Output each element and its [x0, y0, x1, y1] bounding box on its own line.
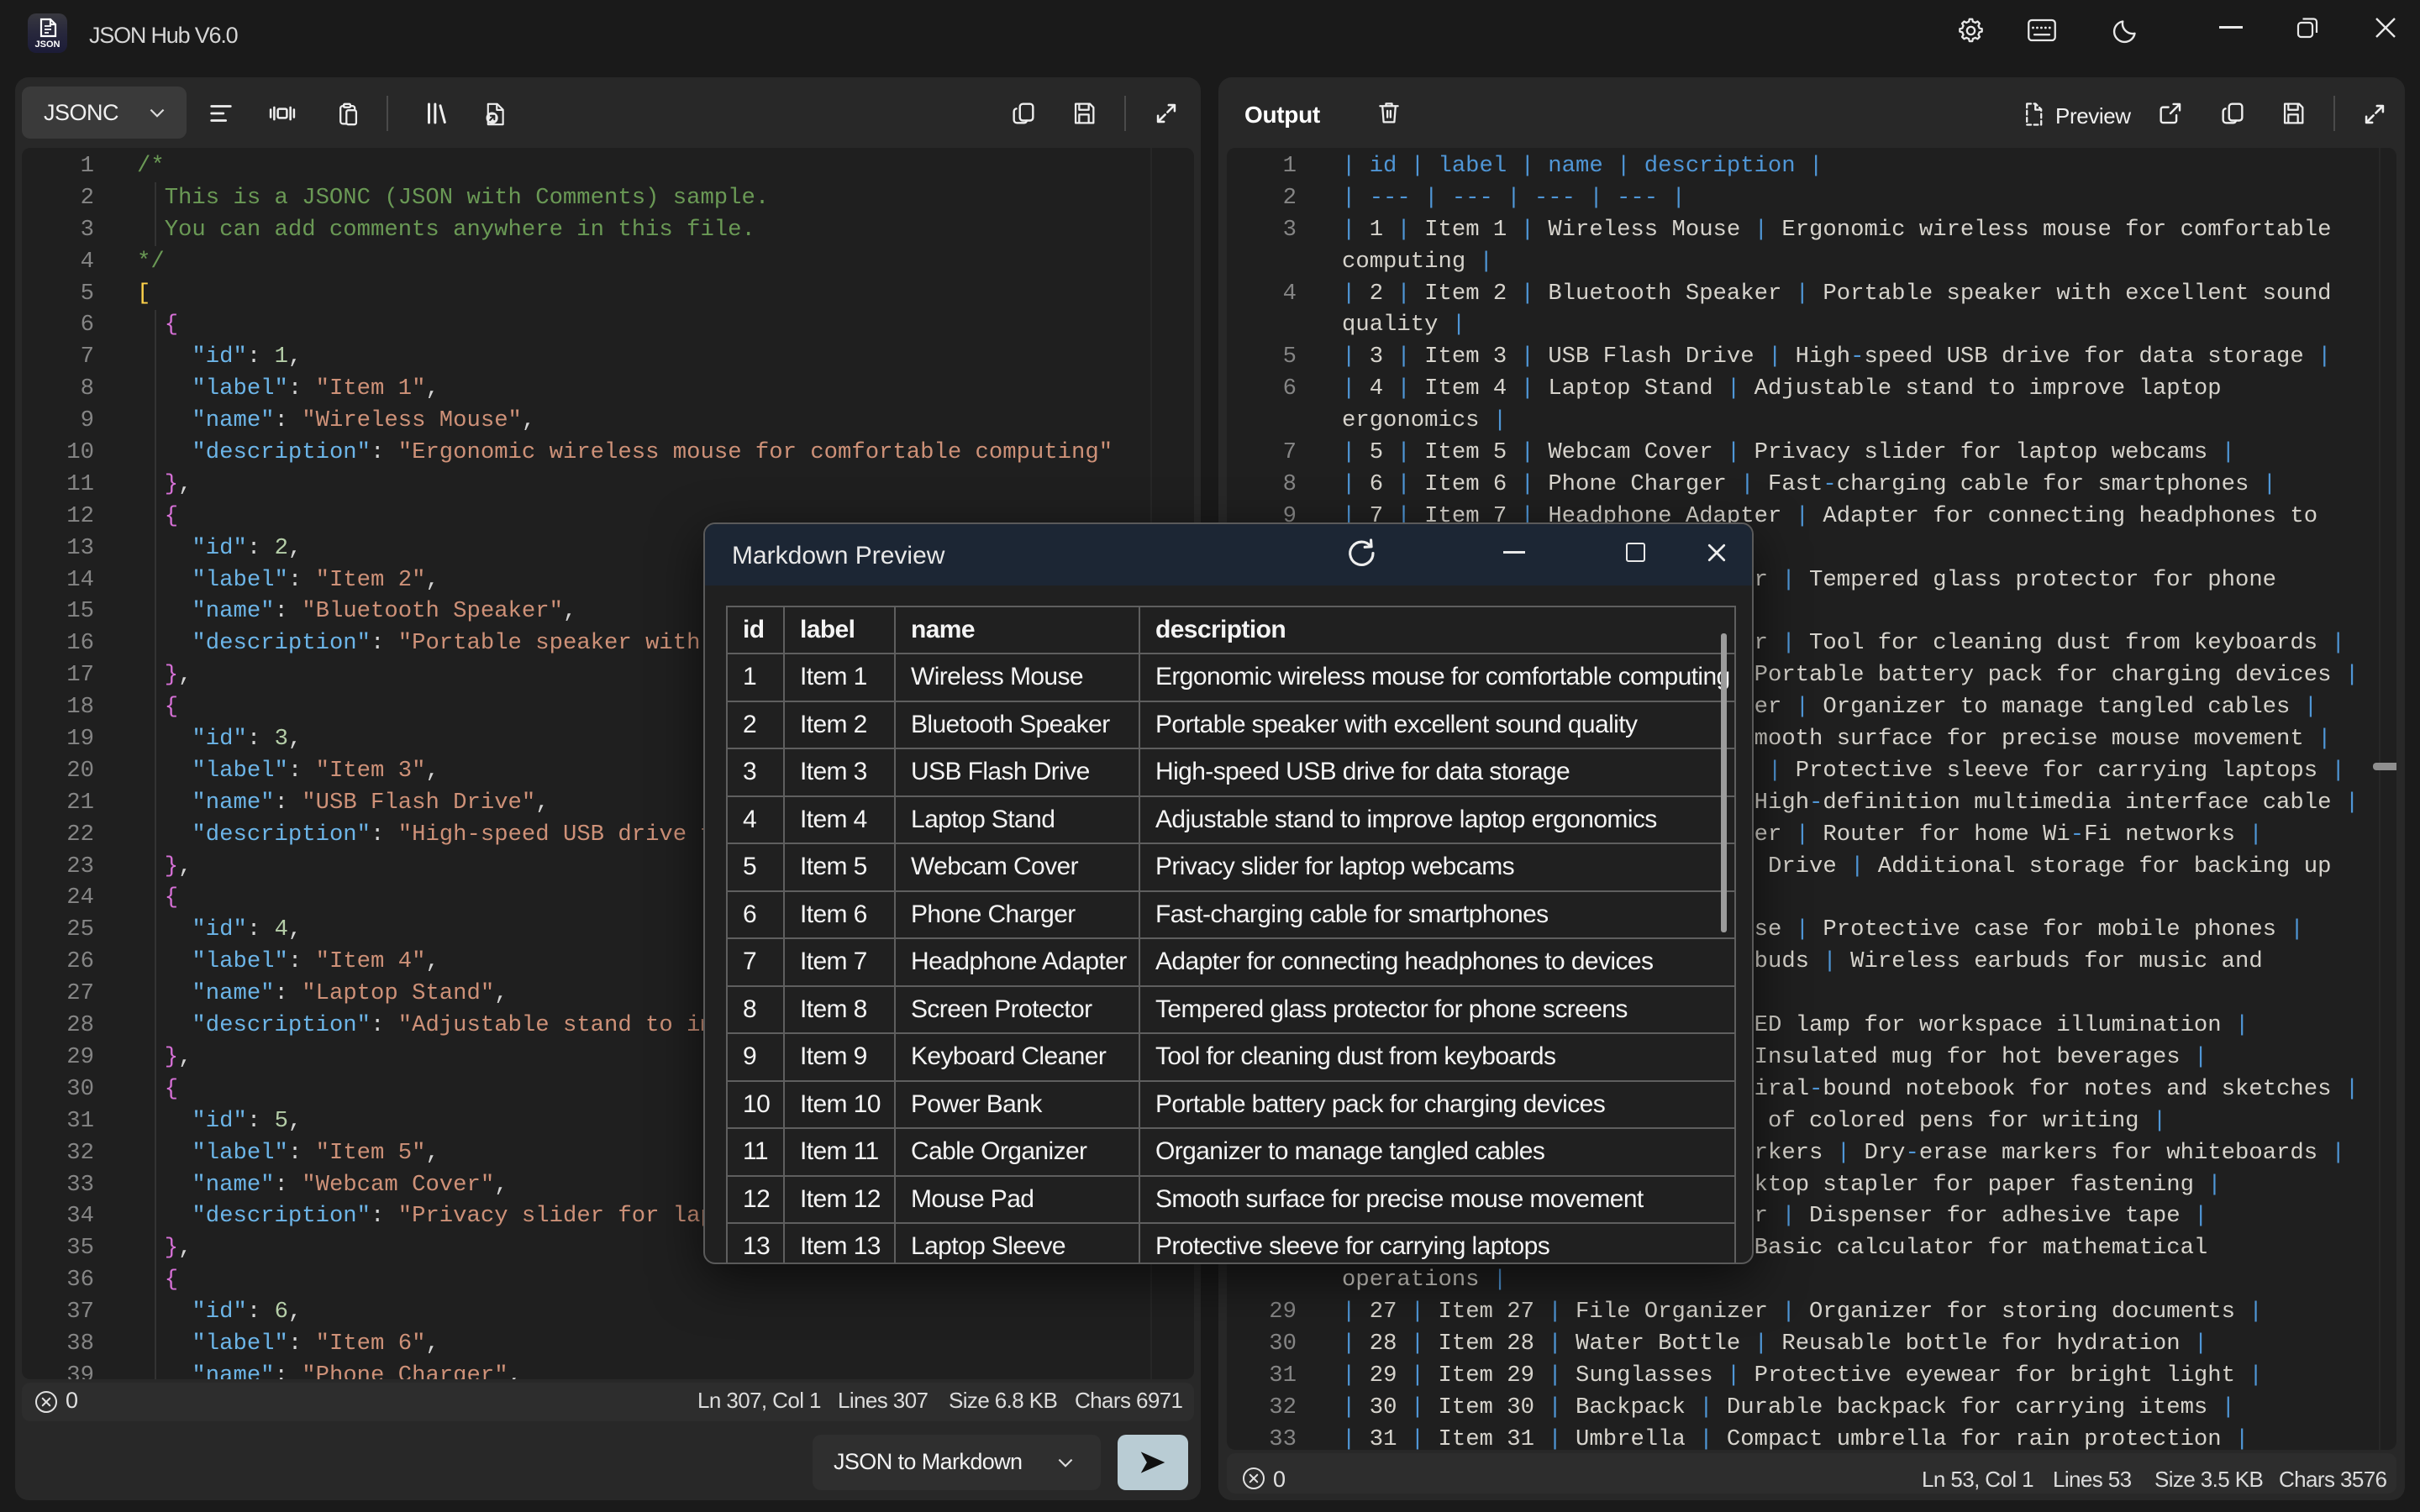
svg-text:JSON: JSON — [35, 39, 60, 50]
